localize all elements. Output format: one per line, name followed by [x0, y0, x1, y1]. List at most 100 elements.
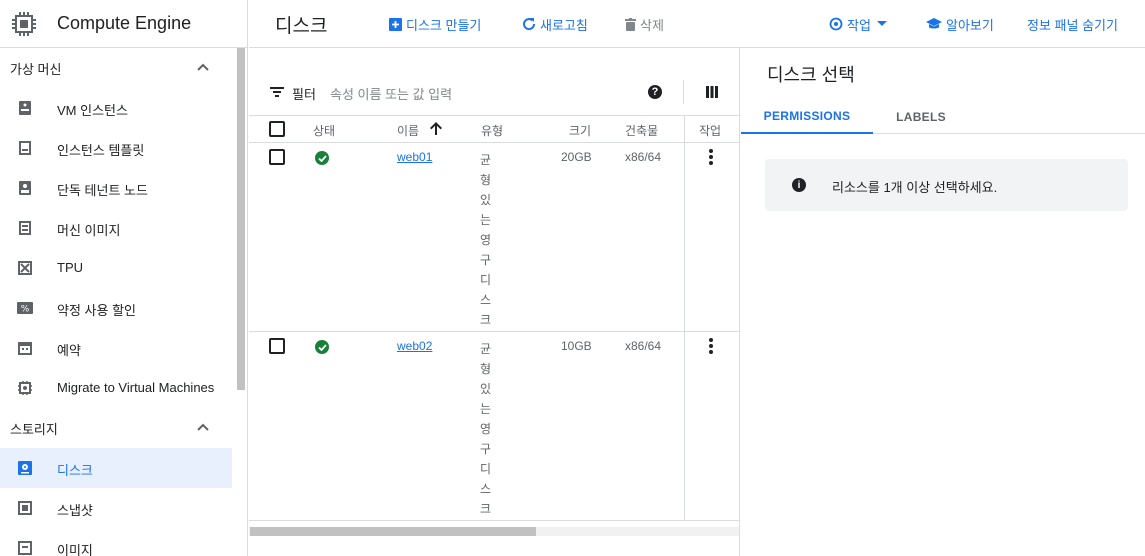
hide-info-panel-label: 정보 패널 숨기기 — [1027, 17, 1118, 33]
sole-tenant-node-icon — [16, 180, 34, 196]
tab-labels[interactable]: LABELS — [873, 100, 969, 134]
disk-size: 10GB — [561, 339, 592, 353]
row-checkbox[interactable] — [269, 338, 285, 354]
nav-section-storage[interactable]: 스토리지 — [0, 408, 232, 448]
column-divider — [684, 332, 685, 520]
sidebar-item-committed-use-discounts[interactable]: % 약정 사용 할인 — [0, 288, 232, 328]
sidebar-item-label: 단독 테넌트 노드 — [57, 183, 148, 198]
disk-list: 필터 속성 이름 또는 값 입력 ? 상태 이름 유형 크기 건축물 작업 we… — [249, 48, 740, 556]
filter-input[interactable]: 속성 이름 또는 값 입력 — [330, 84, 452, 103]
refresh-icon — [523, 18, 536, 31]
more-vert-icon[interactable] — [709, 149, 713, 165]
migrate-icon — [16, 380, 34, 396]
delete-button[interactable]: 삭제 — [625, 15, 664, 33]
disk-architecture: x86/64 — [625, 339, 662, 353]
learn-button[interactable]: 알아보기 — [926, 15, 994, 33]
sidebar-item-label: 인스턴스 템플릿 — [57, 143, 145, 158]
scrollbar-thumb[interactable] — [250, 527, 536, 536]
dropdown-arrow-icon — [876, 21, 887, 26]
sidebar-item-disks[interactable]: 디스크 — [0, 448, 232, 488]
info-message-text: 리소스를 1개 이상 선택하세요. — [832, 180, 998, 195]
disk-name-link[interactable]: web02 — [397, 339, 432, 353]
sidebar-item-sole-tenant-nodes[interactable]: 단독 테넌트 노드 — [0, 168, 232, 208]
compute-engine-logo-icon[interactable] — [0, 0, 48, 48]
learn-label: 알아보기 — [946, 17, 994, 33]
disk-type: 균형있는영구디스크 — [480, 342, 492, 516]
disk-table: 상태 이름 유형 크기 건축물 작업 web01 균형있는영구디스크 20GB … — [249, 115, 739, 521]
actions-label: 작업 — [847, 17, 871, 33]
status-ok-icon — [315, 151, 329, 165]
info-panel-title: 디스크 선택 — [767, 65, 855, 85]
column-header-arch[interactable]: 건축물 — [625, 122, 658, 139]
product-name: Compute Engine — [57, 13, 192, 33]
reservation-icon — [16, 340, 34, 356]
disk-type: 균형있는영구디스크 — [480, 153, 492, 327]
tab-permissions[interactable]: PERMISSIONS — [741, 100, 873, 134]
sidebar-item-label: 디스크 — [57, 463, 93, 478]
refresh-label: 새로고침 — [540, 17, 588, 33]
more-vert-icon[interactable] — [709, 338, 713, 354]
sidebar-item-instance-templates[interactable]: 인스턴스 템플릿 — [0, 128, 232, 168]
instance-template-icon — [16, 140, 34, 156]
trash-icon — [625, 17, 636, 31]
horizontal-scrollbar[interactable] — [249, 527, 739, 536]
nav-section-vm[interactable]: 가상 머신 — [0, 48, 232, 88]
snapshot-icon — [16, 500, 34, 516]
chevron-up-icon — [197, 63, 209, 71]
add-box-icon — [389, 17, 402, 31]
sidebar-item-reservations[interactable]: 예약 — [0, 328, 232, 368]
sidebar-item-machine-images[interactable]: 머신 이미지 — [0, 208, 232, 248]
machine-image-icon — [16, 220, 34, 236]
actions-menu-button[interactable]: 작업 — [829, 15, 891, 33]
nav-section-label: 스토리지 — [10, 421, 58, 437]
nav-header: Compute Engine — [0, 0, 247, 48]
info-icon: i — [792, 178, 806, 192]
column-header-actions: 작업 — [699, 124, 722, 138]
select-all-checkbox[interactable] — [269, 121, 285, 137]
info-panel: 디스크 선택 PERMISSIONS LABELS i 리소스를 1개 이상 선… — [741, 48, 1145, 556]
sidebar-item-snapshots[interactable]: 스냅샷 — [0, 488, 232, 528]
filter-bar[interactable]: 필터 속성 이름 또는 값 입력 ? — [249, 76, 739, 106]
hide-info-panel-button[interactable]: 정보 패널 숨기기 — [1027, 15, 1118, 33]
table-row[interactable]: web01 균형있는영구디스크 20GB x86/64 — [249, 143, 739, 332]
column-divider — [684, 143, 685, 331]
sidebar-item-tpu[interactable]: TPU — [0, 248, 232, 288]
table-row[interactable]: web02 균형있는영구디스크 10GB x86/64 — [249, 332, 739, 521]
column-divider — [684, 116, 685, 142]
disk-icon — [16, 460, 34, 476]
nav-section-label: 가상 머신 — [10, 61, 62, 77]
sidebar-item-vm-instances[interactable]: VM 인스턴스 — [0, 88, 232, 128]
nav-scrollbar[interactable] — [237, 48, 245, 390]
left-nav: Compute Engine 가상 머신 VM 인스턴스 인스턴스 템플릿 단독… — [0, 0, 248, 556]
status-ok-icon — [315, 340, 329, 354]
disk-name-link[interactable]: web01 — [397, 150, 432, 164]
column-header-type[interactable]: 유형 — [481, 122, 503, 139]
row-checkbox[interactable] — [269, 149, 285, 165]
sidebar-item-label: 이미지 — [57, 543, 93, 556]
page-title: 디스크 — [275, 16, 328, 37]
create-disk-button[interactable]: 디스크 만들기 — [389, 15, 481, 33]
sidebar-item-label: VM 인스턴스 — [57, 103, 128, 118]
filter-icon — [270, 87, 284, 97]
refresh-button[interactable]: 새로고침 — [522, 15, 588, 33]
info-message: i 리소스를 1개 이상 선택하세요. — [765, 159, 1128, 211]
committed-use-discount-icon: % — [16, 300, 34, 316]
sidebar-item-label: Migrate to Virtual Machines — [57, 380, 215, 395]
sidebar-item-label: TPU — [57, 260, 83, 275]
sidebar-item-migrate[interactable]: Migrate to Virtual Machines — [0, 368, 232, 408]
sort-ascending-icon[interactable] — [430, 122, 442, 135]
help-icon[interactable]: ? — [648, 85, 662, 99]
sidebar-item-images[interactable]: 이미지 — [0, 528, 232, 556]
disk-architecture: x86/64 — [625, 150, 662, 164]
column-display-icon[interactable] — [706, 86, 718, 98]
svg-text:%: % — [21, 305, 30, 315]
column-header-name[interactable]: 이름 — [397, 122, 419, 139]
info-panel-tabs: PERMISSIONS LABELS — [741, 100, 1145, 134]
create-disk-label: 디스크 만들기 — [406, 17, 482, 33]
actions-icon — [829, 17, 843, 31]
column-header-size[interactable]: 크기 — [569, 122, 591, 139]
sidebar-item-label: 스냅샷 — [57, 503, 93, 518]
filter-label: 필터 — [292, 87, 316, 102]
table-header: 상태 이름 유형 크기 건축물 작업 — [249, 115, 739, 143]
column-header-status[interactable]: 상태 — [313, 122, 335, 139]
